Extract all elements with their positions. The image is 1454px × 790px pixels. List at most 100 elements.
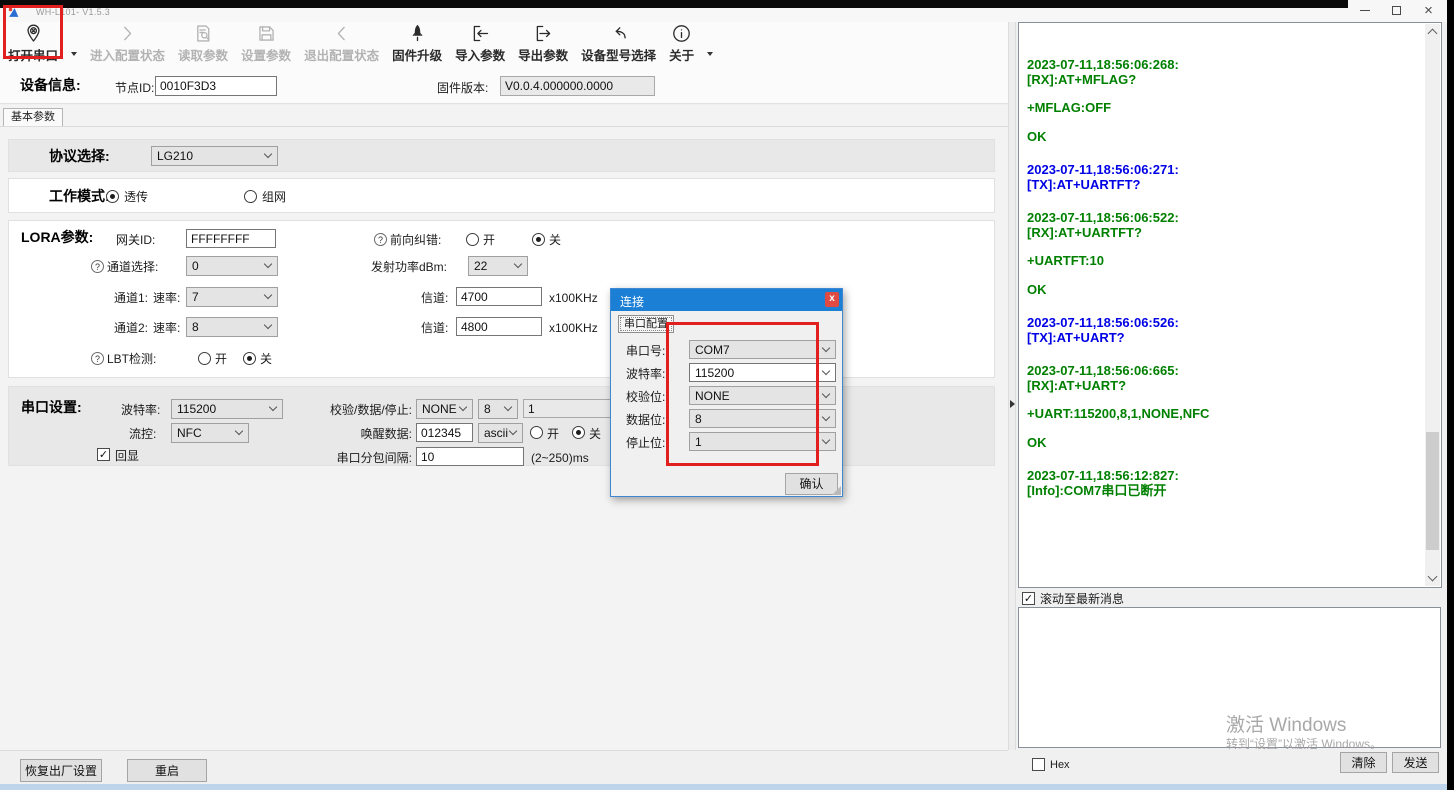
echo-checkbox[interactable]: ✓ [97,448,110,461]
scroll-down-icon[interactable] [1428,572,1438,582]
lbt-off-label: 关 [260,349,272,369]
lora-section-label: LORA参数: [21,227,93,247]
rate-label: 速率: [153,318,180,338]
chevron-down-icon [822,366,830,374]
scrollbar-thumb[interactable] [1426,432,1439,550]
chevron-down-icon [822,389,830,397]
fec-on-label: 开 [483,230,495,250]
export-icon [533,23,554,44]
toolbar-button-set-params: 设置参数 [241,22,291,64]
toolbar-button-label: 固件升级 [392,45,442,64]
lbt-on-radio[interactable] [198,352,211,365]
baud-combo[interactable]: 115200 [171,399,283,419]
chevron-down-icon [264,150,272,158]
gateway-id-label: 网关ID: [116,230,155,250]
log-scrollbar[interactable] [1425,24,1440,586]
work-mode-networking-radio[interactable] [244,190,257,203]
minimize-button[interactable] [1349,0,1380,21]
work-mode-transparent-radio[interactable] [106,190,119,203]
wake-format-combo[interactable]: ascii [478,423,523,443]
gateway-id-input[interactable] [186,229,276,248]
flow-label: 流控: [129,424,156,444]
fec-off-radio[interactable] [532,233,545,246]
bottom-action-bar: 恢复出厂设置 重启 [0,750,1008,784]
log-entry: OK [1027,283,1421,298]
help-icon[interactable] [91,352,104,365]
dropdown-caret-icon[interactable] [707,52,713,56]
channel2-rate-combo[interactable]: 8 [186,317,278,337]
channel1-freq-input[interactable] [456,287,542,306]
hex-checkbox[interactable] [1032,758,1045,771]
wake-data-input[interactable] [416,423,473,442]
chevron-right-icon [117,23,138,44]
dropdown-caret-icon[interactable] [71,52,77,56]
maximize-button[interactable] [1381,0,1412,21]
resize-grip[interactable] [832,486,841,495]
scroll-up-icon[interactable] [1428,29,1438,39]
tx-power-combo[interactable]: 22 [468,256,528,276]
data-bits-combo[interactable]: 8 [478,399,518,419]
panel-splitter[interactable] [1008,22,1016,750]
wake-on-radio[interactable] [530,426,543,439]
rate-label: 速率: [153,288,180,308]
windows-activation-watermark: 激活 Windows [1226,710,1346,737]
close-button[interactable]: × [1413,0,1444,21]
dialog-field-label: 停止位: [626,434,665,451]
toolbar-button-label: 进入配置状态 [90,45,165,64]
toolbar: 打开串口进入配置状态读取参数设置参数退出配置状态固件升级导入参数导出参数设备型号… [8,22,713,64]
chevron-down-icon [459,403,467,411]
toolbar-button-device-model-select[interactable]: 设备型号选择 [581,22,656,64]
log-entry: 2023-07-11,18:56:06:268:[RX]:AT+MFLAG? [1027,58,1421,87]
channel1-rate-combo[interactable]: 7 [186,287,278,307]
log-entry: 2023-07-11,18:56:06:526:[TX]:AT+UART? [1027,316,1421,345]
fec-on-radio[interactable] [466,233,479,246]
hex-label: Hex [1050,755,1070,775]
dialog-field-label: 串口号: [626,342,665,359]
channel2-freq-input[interactable] [456,317,542,336]
lbt-off-radio[interactable] [243,352,256,365]
splitter-collapse-icon[interactable] [1010,400,1015,408]
protocol-label: 协议选择: [49,146,110,166]
wake-off-label: 关 [589,424,601,444]
node-id-input[interactable] [155,76,277,96]
toolbar-button-import-params[interactable]: 导入参数 [455,22,505,64]
log-entry: OK [1027,436,1421,451]
restart-button[interactable]: 重启 [127,759,207,782]
toolbar-button-label: 读取参数 [178,45,228,64]
tab-basic-params[interactable]: 基本参数 [3,108,63,126]
undo-arrow-icon [608,23,629,44]
toolbar-button-export-params[interactable]: 导出参数 [518,22,568,64]
chevron-down-icon [504,403,512,411]
channel-select-combo[interactable]: 0 [186,256,278,276]
serial-section-label: 串口设置: [21,397,82,417]
protocol-select[interactable]: LG210 [151,146,278,166]
send-button[interactable]: 发送 [1392,752,1439,773]
freq-unit-label: x100KHz [549,318,598,338]
main-panel: 基本参数 协议选择: LG210 工作模式: 透传 组网 LORA参数: 网关I… [0,105,1008,750]
wake-off-radio[interactable] [572,426,585,439]
flow-combo[interactable]: NFC [171,423,249,443]
help-icon[interactable] [374,233,387,246]
toolbar-button-firmware-upgrade[interactable]: 固件升级 [392,22,442,64]
screen: WH-L101- V1.5.3 × 打开串口进入配置状态读取参数设置参数退出配置… [0,0,1454,790]
tab-divider [0,126,1008,127]
protocol-group: 协议选择: LG210 [8,139,995,172]
factory-reset-button[interactable]: 恢复出厂设置 [20,759,102,782]
work-mode-transparent-label: 透传 [124,187,148,207]
log-entry: +UARTFT:10 [1027,254,1421,269]
log-entry: 2023-07-11,18:56:06:522:[RX]:AT+UARTFT? [1027,211,1421,240]
packet-interval-hint: (2~250)ms [531,448,589,468]
serial-group: 串口设置: 波特率: 115200 校验/数据/停止: NONE 8 流控: N… [8,386,995,466]
dialog-confirm-button[interactable]: 确认 [785,473,838,495]
info-icon [671,23,692,44]
autoscroll-checkbox[interactable]: ✓ [1022,592,1035,605]
help-icon[interactable] [91,260,104,273]
packet-interval-input[interactable] [416,447,524,466]
dialog-close-button[interactable]: x [825,292,839,307]
toolbar-button-about[interactable]: 关于 [669,22,694,64]
clear-button[interactable]: 清除 [1340,752,1387,773]
annotation-open-serial-highlight [3,5,63,59]
doc-search-icon [193,23,214,44]
parity-combo[interactable]: NONE [416,399,473,419]
lbt-on-label: 开 [215,349,227,369]
